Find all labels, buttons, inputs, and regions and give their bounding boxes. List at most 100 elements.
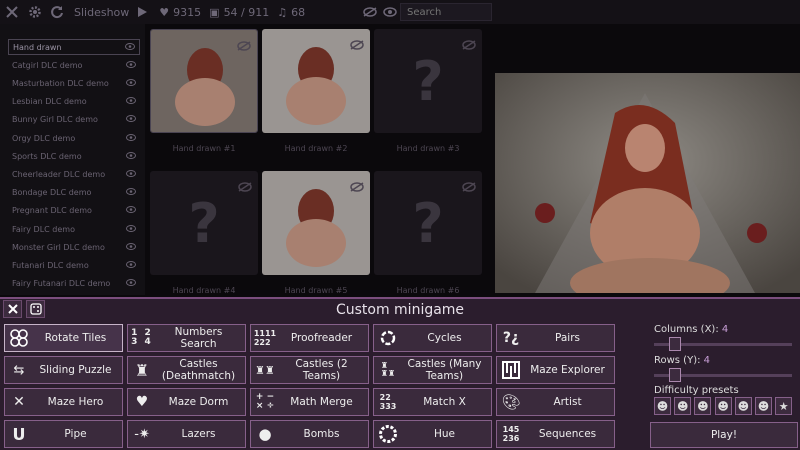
category-label: Masturbation DLC demo: [12, 78, 109, 88]
difficulty-preset-button[interactable]: ☻: [714, 397, 732, 415]
music-icon: ♫: [277, 5, 288, 19]
category-item[interactable]: Monster Girl DLC demo: [8, 239, 140, 255]
gallery-thumbnail[interactable]: ?: [374, 171, 482, 275]
category-label: Orgy DLC demo: [12, 133, 76, 143]
eye-icon[interactable]: [126, 115, 136, 124]
game-button[interactable]: ᑌ Pipe: [4, 420, 123, 448]
eye-icon[interactable]: [126, 151, 136, 161]
eye-off-icon[interactable]: [237, 36, 251, 55]
game-button[interactable]: Maze Explorer: [496, 356, 615, 384]
category-item[interactable]: Orgy DLC demo: [8, 130, 140, 146]
rows-label: Rows (Y): 4: [654, 355, 710, 366]
eye-icon[interactable]: [126, 224, 136, 234]
category-item[interactable]: Hand drawn: [8, 39, 140, 55]
castles-two-icon: ♜♜: [255, 363, 275, 377]
category-item[interactable]: Lesbian DLC demo: [8, 94, 140, 110]
eye-icon[interactable]: [382, 0, 398, 24]
rows-slider-handle[interactable]: [669, 368, 681, 382]
game-button[interactable]: ♜ ♜♜ Castles (Many Teams): [373, 356, 492, 384]
category-item[interactable]: Cheerleader DLC demo: [8, 166, 140, 182]
eye-icon[interactable]: [126, 188, 136, 197]
game-button[interactable]: Hue: [373, 420, 492, 448]
eye-icon[interactable]: [126, 206, 136, 215]
thumbnail-caption: Hand drawn #3: [396, 144, 460, 153]
slideshow-label[interactable]: Slideshow: [74, 6, 129, 19]
category-label: Catgirl DLC demo: [12, 60, 83, 70]
game-button[interactable]: ♜♜ Castles (2 Teams): [250, 356, 369, 384]
category-item[interactable]: Fairy DLC demo: [8, 221, 140, 237]
eye-icon[interactable]: [126, 279, 136, 288]
gallery-thumbnail[interactable]: ?: [150, 171, 258, 275]
eye-icon[interactable]: [126, 260, 136, 270]
castle-icon: ♜: [134, 360, 150, 380]
game-button-label: Numbers Search: [174, 326, 223, 350]
game-button-label: Maze Explorer: [530, 364, 605, 376]
columns-slider-handle[interactable]: [669, 337, 681, 351]
proofreader-icon: 1111 222: [253, 329, 277, 347]
difficulty-preset-button[interactable]: ☻: [694, 397, 712, 415]
cycles-icon: [374, 325, 402, 351]
eye-off-icon[interactable]: [238, 177, 252, 196]
preset-medium-icon: ☻: [697, 399, 709, 413]
game-button[interactable]: + − × ÷ Math Merge: [250, 388, 369, 416]
game-button[interactable]: 22 333 Match X: [373, 388, 492, 416]
game-button[interactable]: ✕ Maze Hero: [4, 388, 123, 416]
category-item[interactable]: Sports DLC demo: [8, 148, 140, 164]
game-button[interactable]: 1111 222 Proofreader: [250, 324, 369, 352]
difficulty-preset-button[interactable]: ☻: [734, 397, 752, 415]
gallery-thumbnail[interactable]: [262, 171, 370, 275]
eye-off-icon[interactable]: [462, 177, 476, 196]
eye-off-icon[interactable]: [362, 0, 378, 24]
category-item[interactable]: Futanari DLC demo: [8, 257, 140, 273]
game-button[interactable]: -✷ Lazers: [127, 420, 246, 448]
difficulty-preset-button[interactable]: ☻: [674, 397, 692, 415]
eye-icon[interactable]: [126, 97, 136, 106]
eye-off-icon[interactable]: [350, 35, 364, 54]
game-button[interactable]: ?¿ Pairs: [496, 324, 615, 352]
eye-icon[interactable]: [126, 242, 136, 252]
game-button[interactable]: Cycles: [373, 324, 492, 352]
eye-icon[interactable]: [126, 169, 136, 179]
category-item[interactable]: Masturbation DLC demo: [8, 75, 140, 91]
category-item[interactable]: Pregnant DLC demo: [8, 203, 140, 219]
close-icon[interactable]: [0, 0, 24, 24]
gallery-thumbnail[interactable]: [150, 29, 258, 133]
play-button[interactable]: Play!: [650, 422, 798, 448]
rows-label-text: Rows (Y):: [654, 355, 701, 366]
eye-icon[interactable]: [126, 133, 136, 143]
play-icon[interactable]: [133, 0, 151, 24]
eye-icon[interactable]: [126, 78, 136, 88]
difficulty-preset-button[interactable]: ☻: [755, 397, 772, 415]
gallery-thumbnail[interactable]: [262, 29, 370, 133]
difficulty-preset-button[interactable]: ☻: [654, 397, 671, 415]
category-label: Futanari DLC demo: [12, 260, 89, 270]
image-preview[interactable]: [495, 73, 800, 293]
game-button[interactable]: 145 236 Sequences: [496, 420, 615, 448]
game-button[interactable]: ⇆ Sliding Puzzle: [4, 356, 123, 384]
category-item[interactable]: Bunny Girl DLC demo: [8, 112, 140, 128]
images-count: 54 / 911: [223, 5, 270, 19]
eye-off-icon[interactable]: [350, 177, 364, 196]
category-item[interactable]: Fairy Futanari DLC demo: [8, 276, 140, 292]
game-button-label: Pipe: [64, 428, 87, 440]
gear-icon[interactable]: [24, 0, 46, 24]
eye-icon[interactable]: [125, 42, 135, 52]
game-button[interactable]: 1 23 4 Numbers Search: [127, 324, 246, 352]
difficulty-preset-button[interactable]: ★: [775, 397, 793, 415]
category-item[interactable]: Catgirl DLC demo: [8, 57, 140, 73]
eye-icon[interactable]: [126, 60, 136, 70]
refresh-icon[interactable]: [46, 0, 68, 24]
game-button[interactable]: ♜ Castles (Deathmatch): [127, 356, 246, 384]
gallery-thumbnail[interactable]: ?: [374, 29, 482, 133]
game-button-label: Sliding Puzzle: [39, 364, 112, 376]
game-button[interactable]: Rotate Tiles: [4, 324, 123, 352]
game-button[interactable]: ♥ Maze Dorm: [127, 388, 246, 416]
game-button[interactable]: 🎨︎ Artist: [496, 388, 615, 416]
category-item[interactable]: Bondage DLC demo: [8, 185, 140, 201]
math-icon: + − × ÷: [255, 392, 275, 411]
eye-off-icon[interactable]: [462, 35, 476, 54]
search-input[interactable]: [400, 3, 492, 21]
category-label: Fairy DLC demo: [12, 224, 75, 234]
game-button[interactable]: ● Bombs: [250, 420, 369, 448]
category-label: Hand drawn: [13, 42, 62, 52]
